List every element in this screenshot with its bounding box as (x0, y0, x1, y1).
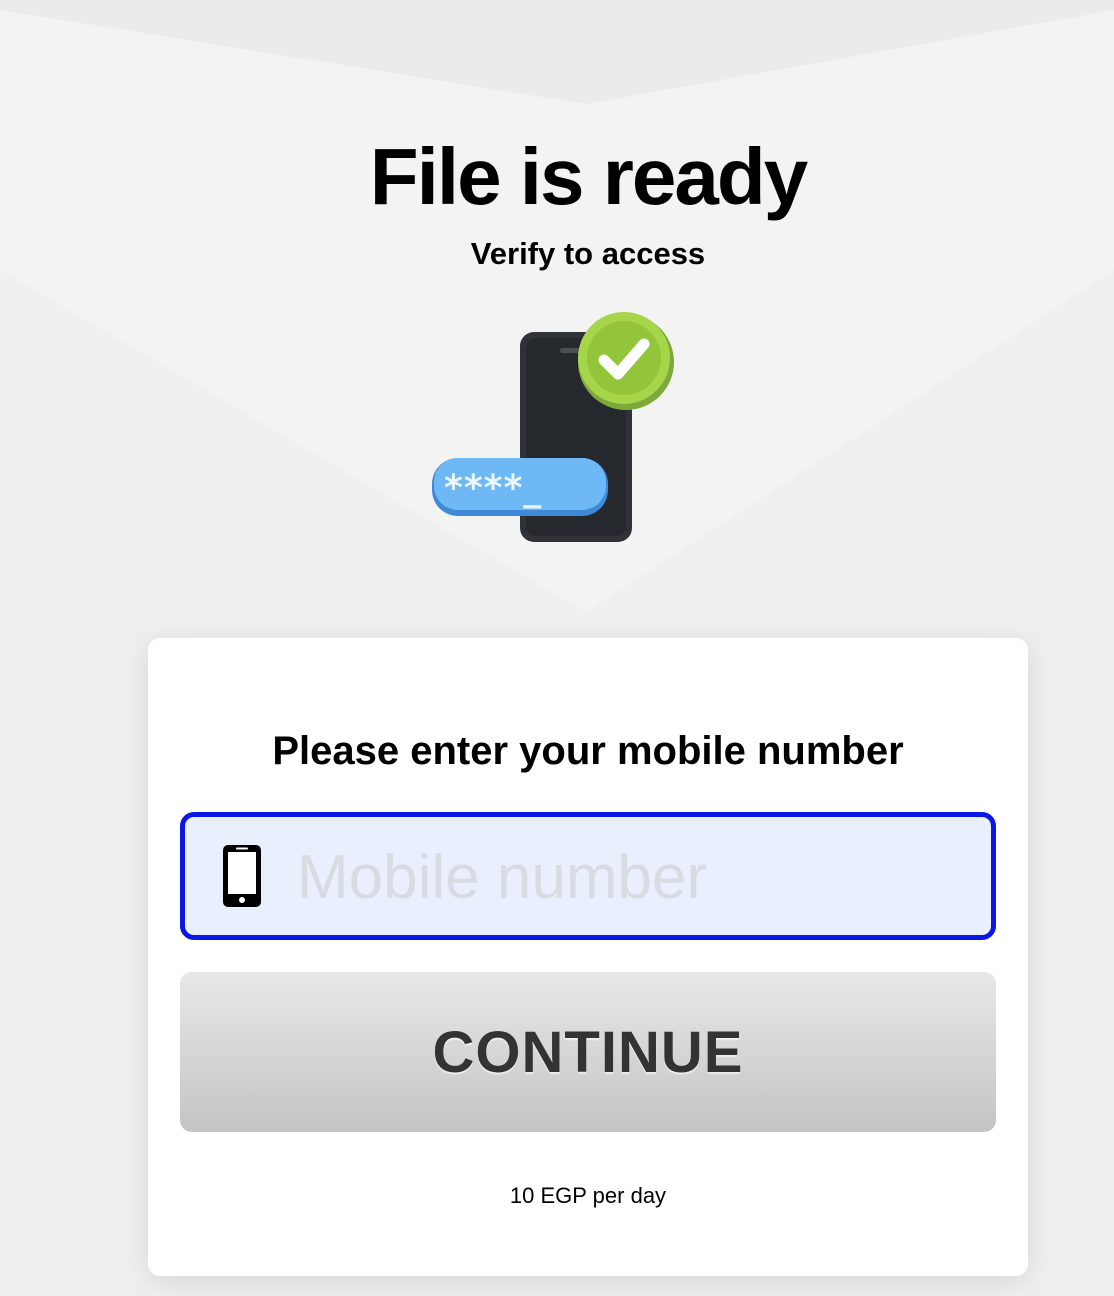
mobile-number-field[interactable] (180, 812, 996, 940)
continue-button[interactable]: CONTINUE (180, 972, 996, 1132)
mobile-number-input[interactable] (297, 829, 977, 925)
mobile-phone-icon (221, 843, 263, 909)
verification-card: Please enter your mobile number CONTINUE… (148, 638, 1028, 1276)
page-title: File is ready (369, 132, 808, 221)
price-note: 10 EGP per day (509, 1183, 667, 1208)
page: File is ready Verify to access ****_ Ple… (0, 0, 1114, 1296)
phone-verified-illustration (430, 308, 676, 548)
mobile-prompt: Please enter your mobile number (272, 729, 904, 773)
page-subtitle: Verify to access (470, 236, 706, 271)
